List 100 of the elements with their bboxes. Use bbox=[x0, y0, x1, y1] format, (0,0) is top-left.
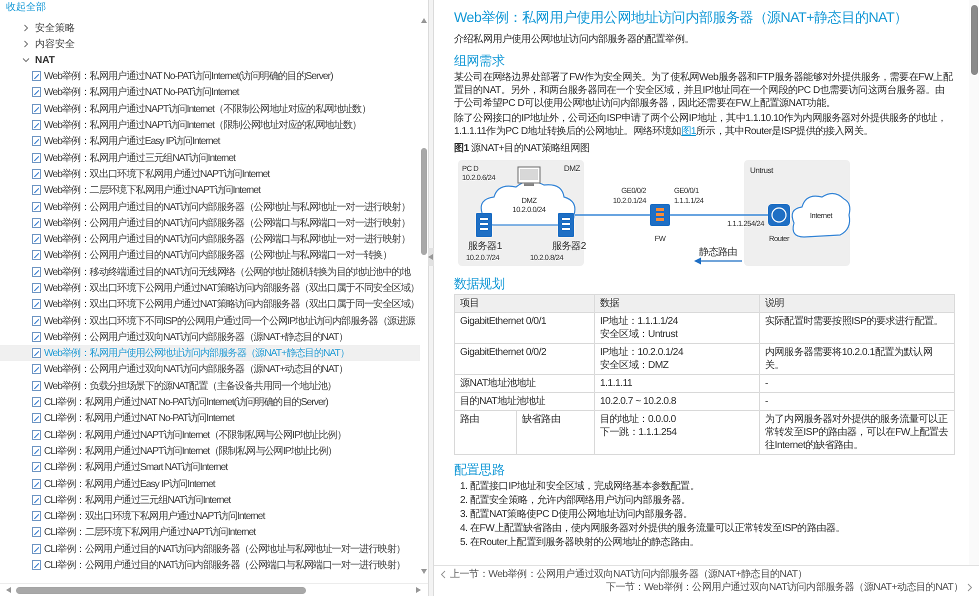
tree-item[interactable]: Web举例：公网用户通过目的NAT访问内部服务器（公网地址与私网端口一对一转换） bbox=[0, 247, 420, 264]
document-icon bbox=[32, 348, 41, 358]
column-header: 数据 bbox=[594, 294, 760, 312]
document-icon bbox=[32, 511, 41, 522]
table-cell: 10.2.0.7 ~ 10.2.0.8 bbox=[594, 392, 760, 410]
document-icon bbox=[32, 234, 41, 244]
document-icon bbox=[32, 413, 41, 424]
tree-item[interactable]: Web举例：私网用户通过NAT No-PAT访问Internet(访问明确的目的Server) bbox=[0, 68, 420, 84]
document-icon bbox=[32, 87, 41, 98]
table-cell: GigabitEthernet 0/0/2 bbox=[454, 344, 595, 374]
tree-item[interactable]: Web举例：负载分担场景下的源NAT配置（主备设备共用同一个地址池） bbox=[0, 378, 420, 394]
tree-item[interactable]: Web举例：二层环境下私网用户通过NAPT访问Internet bbox=[0, 182, 420, 198]
route-arrow bbox=[694, 258, 742, 264]
document-icon bbox=[32, 250, 41, 260]
tree-item[interactable]: Web举例：私网用户通过Easy IP访问Internet bbox=[0, 133, 420, 150]
triangle-icon bbox=[421, 569, 427, 575]
tree-item[interactable]: Web举例：私网用户通过三元组NAT访问Internet bbox=[0, 149, 420, 166]
document-icon bbox=[32, 364, 41, 374]
document-icon bbox=[32, 283, 41, 293]
document-icon bbox=[32, 430, 41, 440]
table-cell: 缺省路由 bbox=[516, 410, 595, 454]
table-cell: 目的地址：0.0.0.0 下一跳：1.1.1.254 bbox=[594, 410, 760, 454]
document-icon bbox=[32, 71, 41, 82]
tree-item[interactable]: CLI举例：私网用户通过NAT No-PAT访问Internet(访问明确的目的Server) bbox=[0, 394, 420, 410]
tree-item[interactable]: CLI举例：私网用户通过NAPT访问Internet（限制私网与公网IP地址比例） bbox=[0, 442, 420, 460]
triangle-icon bbox=[6, 587, 12, 593]
scrollbar[interactable] bbox=[969, 0, 979, 565]
step-text: 2. 配置安全策略，允许内部网络用户访问内部服务器。 bbox=[459, 494, 692, 507]
tree-item[interactable]: Web举例：私网用户通过NAPT访问Internet（限制公网地址对应的私网地址数） bbox=[0, 116, 420, 134]
table-cell: 源NAT地址池地址 bbox=[454, 374, 595, 392]
zone-label: Untrust bbox=[750, 166, 773, 175]
tree-item[interactable]: CLI举例：私网用户通过NAT No-PAT访问Internet bbox=[0, 410, 420, 427]
paragraph: 某公司在网络边界处部署了FW作为安全网关。为了使私网Web服务器和FTP服务器能够对外提供服务，需要在FW上配置目的NAT。另外，和两台服务器同在一个安全区域，并且IP地址同在一个网段的PC D也需要访问这两台服务器。由于公司希望PC D可以使用公网地址访问内部服务器，因此还需要在FW上配置源NAT功能。 bbox=[454, 71, 954, 110]
tree-item[interactable]: CLI举例：公网用户通过目的NAT访问内部服务器（公网地址与私网地址一对一进行映射） bbox=[0, 540, 420, 557]
column-header: 项目 bbox=[454, 294, 595, 312]
tree-item[interactable]: CLI举例：私网用户通过NAPT访问Internet（不限制私网与公网IP地址比例） bbox=[0, 426, 420, 443]
table-cell: GigabitEthernet 0/0/1 bbox=[454, 312, 595, 344]
chevron-right-icon bbox=[967, 583, 973, 592]
paragraph: 除了公网接口的IP地址外，公司还向ISP申请了两个公网IP地址，其中1.1.10.10作为内网服务器对外提供服务的地址，1.1.1.11作为PC D地址转换后的公网地址。网络环境如图1所示，其中Router是ISP提供的接入网关。 bbox=[454, 112, 948, 138]
table-cell: 实际配置时需要按照ISP的要求进行配置。 bbox=[760, 312, 955, 344]
computer-icon bbox=[518, 166, 540, 186]
figure-caption: 图1 源NAT+目的NAT策略组网图 bbox=[454, 142, 590, 155]
tree-item[interactable]: Web举例：公网用户通过目的NAT访问内部服务器（公网端口与私网端口一对一进行映射） bbox=[0, 214, 420, 231]
tree-item[interactable]: NAT bbox=[0, 52, 420, 68]
document-icon bbox=[32, 266, 41, 277]
triangle-icon bbox=[421, 18, 427, 24]
document-icon bbox=[32, 168, 41, 179]
table-cell: 1.1.1.11 bbox=[594, 374, 760, 392]
tree-item[interactable]: Web举例：公网用户通过双向NAT访问内部服务器（源NAT+动态目的NAT） bbox=[0, 361, 420, 378]
tree-item[interactable]: Web举例：公网用户通过双向NAT访问内部服务器（源NAT+静态目的NAT） bbox=[0, 328, 420, 346]
splitter-handle[interactable] bbox=[428, 248, 434, 266]
column-header: 说明 bbox=[760, 294, 955, 312]
tree-item[interactable]: CLI举例：二层环境下私网用户通过NAPT访问Internet bbox=[0, 524, 420, 541]
router-icon bbox=[768, 204, 790, 226]
table-cell: IP地址：1.1.1.1/24 安全区域：Untrust bbox=[594, 312, 760, 344]
tree-item[interactable]: CLI举例：私网用户通过三元组NAT访问Internet bbox=[0, 492, 420, 508]
document-icon bbox=[32, 120, 41, 130]
document-icon bbox=[32, 494, 41, 505]
document-icon bbox=[32, 136, 41, 146]
previous-link[interactable]: 上一节：Web举例：公网用户通过双向NAT访问内部服务器（源NAT+静态目的NAT） bbox=[440, 568, 973, 581]
tree-item[interactable]: Web举例：私网用户通过NAT No-PAT访问Internet bbox=[0, 84, 420, 101]
table-cell: IP地址：10.2.0.1/24 安全区域：DMZ bbox=[594, 344, 760, 374]
firewall-icon bbox=[650, 204, 670, 226]
tree-item[interactable]: Web举例：公网用户通过目的NAT访问内部服务器（公网地址与私网地址一对一进行映射） bbox=[0, 198, 420, 215]
tree-item[interactable]: 内容安全 bbox=[0, 36, 420, 52]
section-heading: 配置思路 bbox=[454, 461, 506, 478]
tree-item[interactable]: Web举例：双出口环境下公网用户通过NAT策略访问内部服务器（双出口属于同一安全区域） bbox=[0, 296, 420, 312]
tree-item[interactable]: CLI举例：公网用户通过目的NAT访问内部服务器（公网端口与私网端口一对一进行映射） bbox=[0, 556, 420, 574]
step-text: 1. 配置接口IP地址和安全区域，完成网络基本参数配置。 bbox=[459, 480, 700, 493]
route-label: 静态路由 bbox=[698, 247, 738, 258]
tree-item[interactable]: Web举例：双出口环境下不同ISP的公网用户通过同一个公网IP地址访问内部服务器（源进源 bbox=[0, 312, 420, 329]
tree-item[interactable]: 安全策略 bbox=[0, 20, 420, 36]
document-icon bbox=[32, 152, 41, 163]
chevron-left-icon bbox=[440, 570, 446, 579]
tree-item[interactable]: CLI举例：双出口环境下私网用户通过NAPT访问Internet bbox=[0, 508, 420, 524]
device-label: 服务器2 bbox=[552, 241, 586, 252]
next-link[interactable]: 下一节：Web举例：公网用户通过双向NAT访问内部服务器（源NAT+动态目的NAT） bbox=[606, 581, 973, 594]
table-cell: 为了内网服务器对外提供的服务流量可以正常转发至ISP的路由器，可以在FW上配置去往Internet的缺省路由。 bbox=[760, 410, 955, 454]
tree-item[interactable]: CLI举例：私网用户通过Smart NAT访问Internet bbox=[0, 459, 420, 476]
tree-item[interactable]: Web举例：移动终端通过目的NAT访问无线网络（公网的地址随机转换为目的地址池中的地 bbox=[0, 264, 420, 280]
device-label: 服务器1 bbox=[468, 241, 502, 252]
tree-item[interactable]: Web举例：私网用户通过NAPT访问Internet（不限制公网地址对应的私网地址数） bbox=[0, 100, 420, 117]
document-icon bbox=[32, 299, 41, 310]
document-icon bbox=[32, 446, 41, 456]
document-icon bbox=[32, 478, 41, 489]
tree-item[interactable]: Web举例：公网用户通过目的NAT访问内部服务器（公网端口与私网地址一对一进行映射） bbox=[0, 230, 420, 248]
tree-item[interactable]: CLI举例：私网用户通过Easy IP访问Internet bbox=[0, 475, 420, 492]
document-icon bbox=[32, 380, 41, 391]
document-icon bbox=[32, 544, 41, 554]
triangle-icon bbox=[428, 254, 434, 260]
zone-label: DMZ bbox=[564, 164, 580, 173]
section-heading: 组网需求 bbox=[454, 52, 506, 69]
document-icon bbox=[32, 332, 41, 342]
tree-item[interactable]: Web举例：双出口环境下公网用户通过NAT策略访问内部服务器（双出口属于不同安全区域） bbox=[0, 280, 420, 296]
scrollbar[interactable] bbox=[0, 583, 428, 596]
document-icon bbox=[32, 527, 41, 538]
tree-item[interactable]: Web举例：双出口环境下私网用户通过NAPT访问Internet bbox=[0, 166, 420, 182]
step-text: 4. 在FW上配置缺省路由，使内网服务器对外提供的服务流量可以正常转发至ISP的路由器。 bbox=[459, 522, 846, 535]
document-icon bbox=[32, 185, 41, 196]
document-icon bbox=[32, 218, 41, 228]
